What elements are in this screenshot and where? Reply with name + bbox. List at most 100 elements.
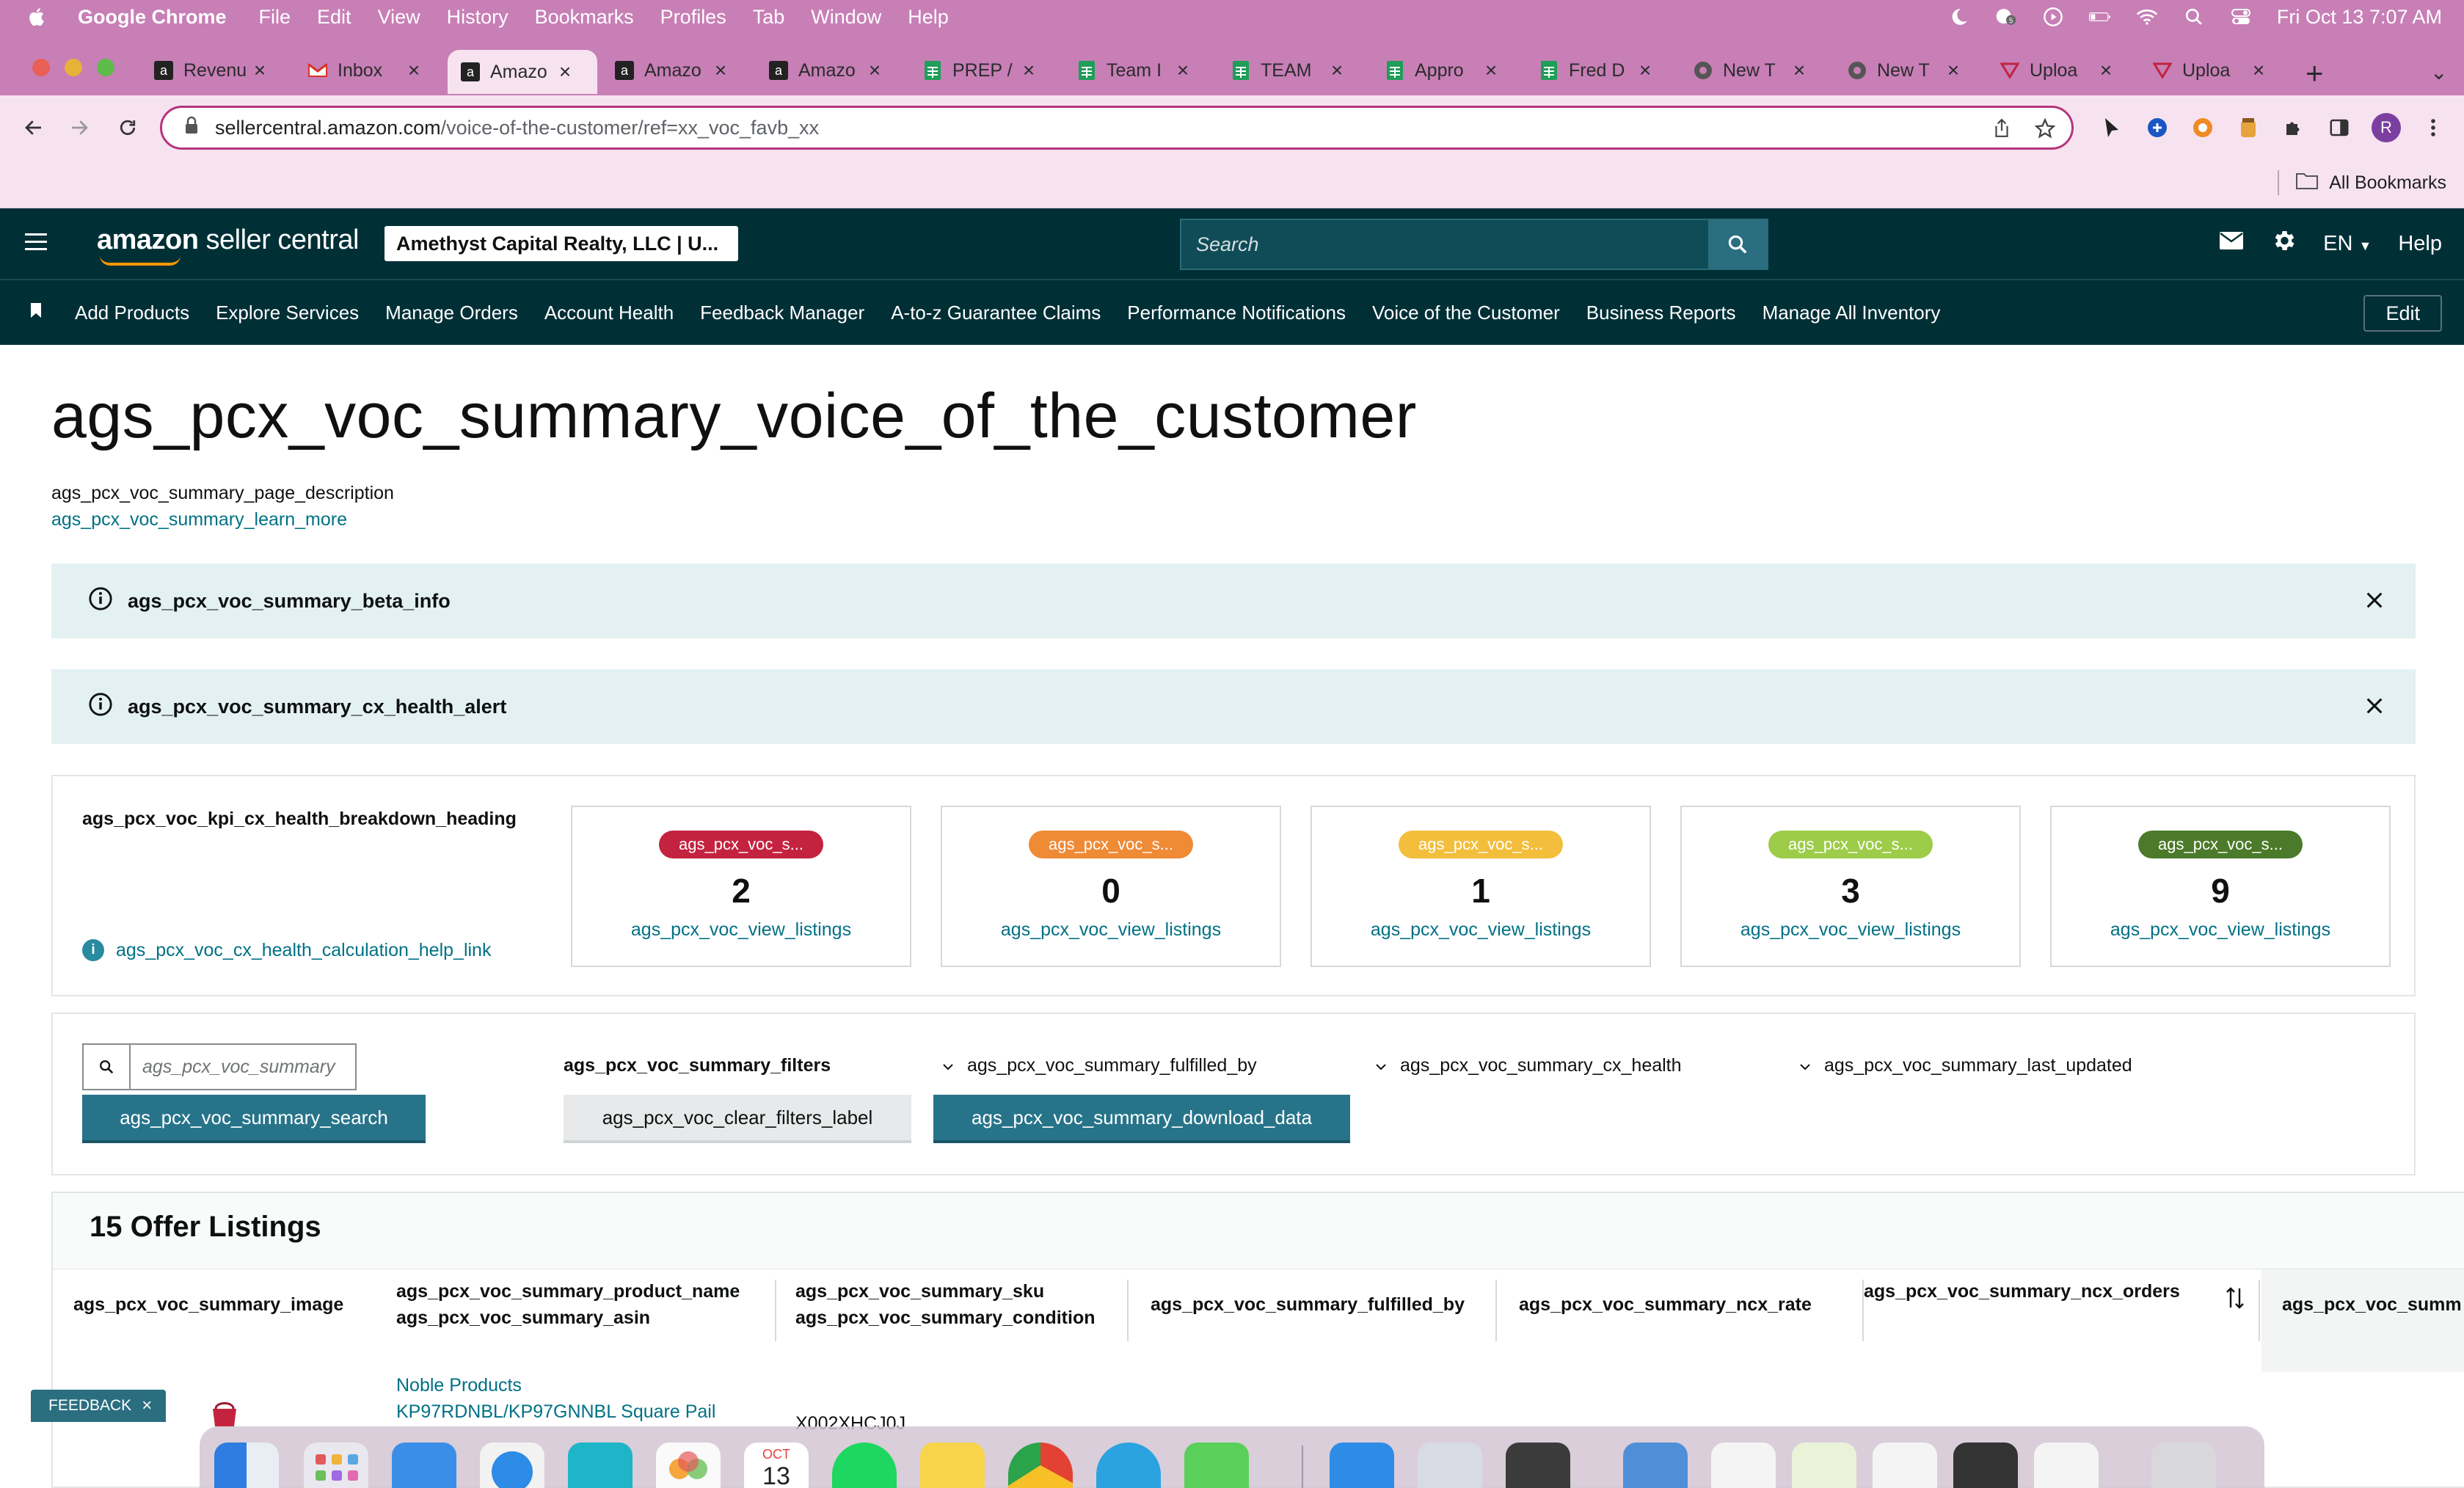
menu-bookmarks[interactable]: Bookmarks	[535, 6, 634, 29]
browser-tab[interactable]: a Revenu ×	[154, 51, 267, 90]
new-tab-plus-icon[interactable]: +	[2306, 56, 2324, 91]
extension-blue-icon[interactable]	[2144, 114, 2170, 141]
nav-add-products[interactable]: Add Products	[75, 302, 189, 324]
tab-search-chevron-icon[interactable]: ⌄	[2430, 60, 2447, 84]
window-close-button[interactable]	[32, 59, 50, 76]
canva-icon[interactable]	[568, 1443, 633, 1488]
wifi-icon[interactable]	[2136, 7, 2158, 26]
nav-voice-of-the-customer[interactable]: Voice of the Customer	[1372, 302, 1560, 324]
preview-icon[interactable]	[1418, 1443, 1482, 1488]
column-header-ncx-rate[interactable]: ags_pcx_voc_summary_ncx_rate	[1519, 1291, 1812, 1318]
nav-feedback-manager[interactable]: Feedback Manager	[700, 302, 864, 324]
menu-window[interactable]: Window	[811, 6, 881, 29]
close-tab-icon[interactable]: ×	[1330, 59, 1344, 82]
view-listings-link[interactable]: ags_pcx_voc_view_listings	[942, 919, 1280, 941]
spotlight-search-icon[interactable]	[2183, 7, 2205, 26]
recent-document-thumbnail[interactable]	[1792, 1443, 1856, 1488]
nav-performance-notifications[interactable]: Performance Notifications	[1127, 302, 1346, 324]
close-tab-icon[interactable]: ×	[2099, 59, 2113, 82]
clear-filters-button[interactable]: ags_pcx_voc_clear_filters_label	[564, 1095, 911, 1143]
recent-document-thumbnail[interactable]	[1711, 1443, 1776, 1488]
close-tab-icon[interactable]: ×	[1175, 59, 1190, 82]
settings-gear-icon[interactable]	[2270, 227, 2297, 260]
column-header-fulfilled-by[interactable]: ags_pcx_voc_summary_fulfilled_by	[1151, 1291, 1465, 1318]
view-listings-link[interactable]: ags_pcx_voc_view_listings	[1682, 919, 2019, 941]
view-listings-link[interactable]: ags_pcx_voc_view_listings	[572, 919, 910, 941]
help-link[interactable]: Help	[2398, 232, 2442, 256]
nav-account-health[interactable]: Account Health	[544, 302, 674, 324]
browser-tab[interactable]: PREP / ×	[923, 51, 1036, 90]
back-arrow-icon[interactable]	[18, 112, 50, 144]
search-icon[interactable]	[84, 1045, 131, 1089]
close-tab-icon[interactable]: ×	[558, 60, 572, 84]
browser-tab[interactable]: Fred D ×	[1539, 51, 1652, 90]
nav-manage-orders[interactable]: Manage Orders	[385, 302, 518, 324]
view-listings-link[interactable]: ags_pcx_voc_view_listings	[1312, 919, 1650, 941]
menu-view[interactable]: View	[378, 6, 420, 29]
chrome-menu-icon[interactable]	[2420, 114, 2446, 141]
hamburger-menu-icon[interactable]	[25, 233, 47, 251]
notification-icon[interactable]: 5	[1995, 7, 2017, 26]
close-tab-icon[interactable]: ×	[1484, 59, 1498, 82]
finder-icon[interactable]	[214, 1443, 279, 1488]
launchpad-icon[interactable]	[304, 1443, 368, 1488]
account-selector[interactable]: Amethyst Capital Realty, LLC | U...	[384, 226, 738, 261]
browser-tab[interactable]: Appro ×	[1385, 51, 1498, 90]
bookmark-icon[interactable]	[29, 302, 43, 324]
spotify-icon[interactable]	[832, 1443, 897, 1488]
photos-icon[interactable]	[656, 1443, 721, 1488]
nav-explore-services[interactable]: Explore Services	[216, 302, 359, 324]
safari-icon[interactable]	[480, 1443, 544, 1488]
last-updated-dropdown[interactable]: ags_pcx_voc_summary_last_updated	[1799, 1055, 2132, 1076]
listing-search-input[interactable]	[131, 1056, 351, 1078]
fulfilled-by-dropdown[interactable]: ags_pcx_voc_summary_fulfilled_by	[942, 1055, 1257, 1076]
calendar-icon[interactable]: OCT 13	[744, 1443, 809, 1488]
extension-orange-icon[interactable]	[2190, 114, 2216, 141]
apple-icon[interactable]	[26, 6, 48, 28]
window-zoom-button[interactable]	[97, 59, 114, 76]
feedback-button[interactable]: FEEDBACK ×	[31, 1390, 166, 1422]
close-tab-icon[interactable]: ×	[252, 59, 267, 82]
control-center-icon[interactable]	[2230, 7, 2252, 26]
menu-file[interactable]: File	[259, 6, 291, 29]
window-minimize-button[interactable]	[65, 59, 82, 76]
close-tab-icon[interactable]: ×	[407, 59, 421, 82]
close-tab-icon[interactable]: ×	[2251, 59, 2266, 82]
column-header-more[interactable]: ags_pcx_voc_summ	[2282, 1291, 2462, 1318]
close-tab-icon[interactable]: ×	[1021, 59, 1036, 82]
edit-nav-button[interactable]: Edit	[2363, 295, 2442, 332]
close-tab-icon[interactable]: ×	[1792, 59, 1807, 82]
close-tab-icon[interactable]: ×	[1638, 59, 1652, 82]
browser-tab[interactable]: Inbox ×	[308, 51, 421, 90]
recent-document-thumbnail[interactable]	[1873, 1443, 1937, 1488]
menu-edit[interactable]: Edit	[317, 6, 351, 29]
menu-profiles[interactable]: Profiles	[660, 6, 726, 29]
bookmark-star-icon[interactable]	[2034, 117, 2056, 144]
forward-arrow-icon[interactable]	[63, 112, 95, 144]
play-icon[interactable]	[2042, 7, 2064, 26]
calculator-icon[interactable]	[1506, 1443, 1570, 1488]
mail-icon[interactable]	[2219, 231, 2244, 256]
downloads-folder-icon[interactable]	[1623, 1443, 1688, 1488]
mail-app-icon[interactable]	[392, 1443, 456, 1488]
nav-a-to-z-claims[interactable]: A-to-z Guarantee Claims	[891, 302, 1101, 324]
nav-business-reports[interactable]: Business Reports	[1586, 302, 1736, 324]
clock[interactable]: Fri Oct 13 7:07 AM	[2277, 6, 2442, 29]
close-icon[interactable]	[2364, 696, 2385, 721]
column-header-ncx-orders[interactable]: ags_pcx_voc_summary_ncx_orders	[1864, 1278, 2180, 1305]
chrome-app-icon[interactable]	[1008, 1443, 1073, 1488]
browser-tab[interactable]: a Amazo ×	[769, 51, 882, 90]
close-tab-icon[interactable]: ×	[867, 59, 882, 82]
search-icon[interactable]	[1708, 220, 1767, 269]
moon-icon[interactable]	[1948, 7, 1970, 26]
menu-app-name[interactable]: Google Chrome	[78, 6, 227, 29]
extensions-puzzle-icon[interactable]	[2281, 114, 2307, 141]
menu-tab[interactable]: Tab	[753, 6, 785, 29]
close-icon[interactable]	[2364, 590, 2385, 616]
lock-icon[interactable]	[184, 116, 199, 140]
close-icon[interactable]: ×	[142, 1396, 152, 1416]
language-selector[interactable]: EN ▼	[2323, 232, 2372, 256]
telegram-icon[interactable]	[1096, 1443, 1161, 1488]
product-name-link[interactable]: Noble Products KP97RDNBL/KP97GNNBL Square…	[396, 1372, 715, 1425]
cx-health-help-link[interactable]: i ags_pcx_voc_cx_health_calculation_help…	[82, 939, 491, 961]
